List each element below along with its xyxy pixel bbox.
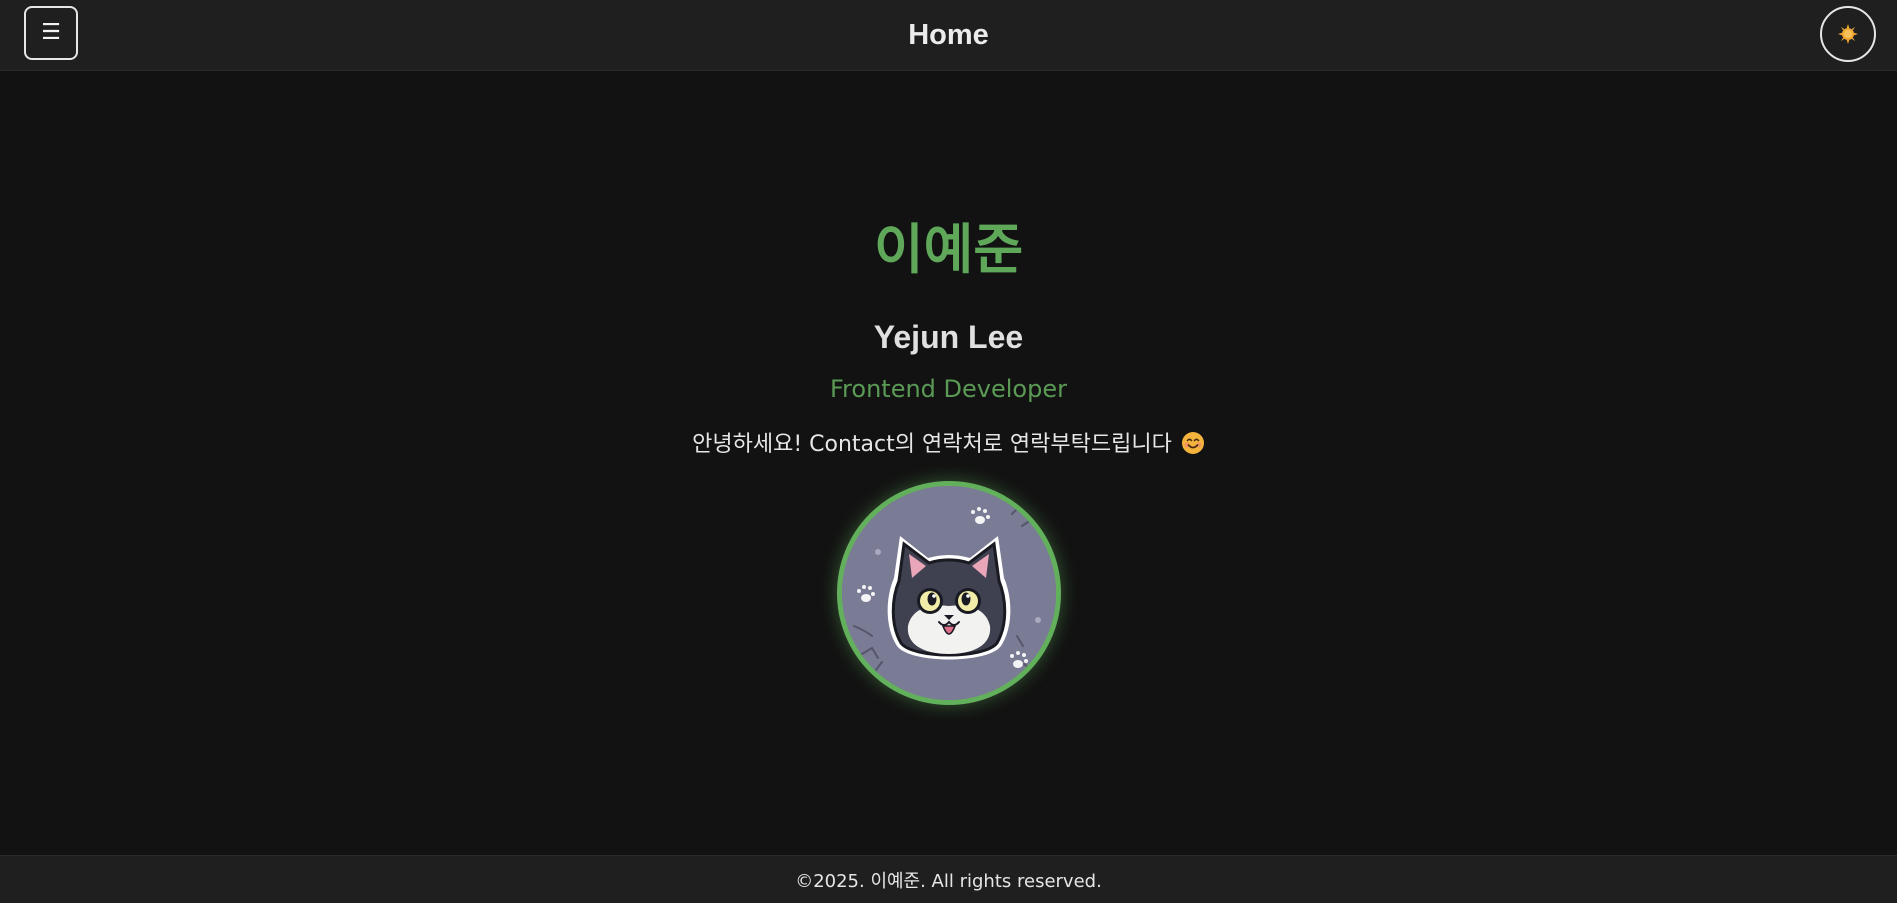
- korean-name: 이예준: [873, 218, 1024, 281]
- greeting-message: 안녕하세요! Contact의 연락처로 연락부탁드립니다: [0, 431, 1897, 456]
- sun-icon: [1838, 24, 1858, 44]
- english-name: Yejun Lee: [873, 319, 1024, 355]
- cat-avatar-icon: [842, 486, 1056, 700]
- smiling-face-emoji-icon: [1181, 432, 1204, 454]
- footer: ©2025. 이예준. All rights reserved.: [0, 855, 1897, 903]
- profile-avatar: [837, 481, 1061, 705]
- main-content: 이예준 Yejun Lee Frontend Developer 안녕하세요! …: [0, 71, 1897, 855]
- page-title: Home: [908, 19, 989, 51]
- theme-toggle-button[interactable]: [1820, 6, 1876, 62]
- copyright-text: ©2025. 이예준. All rights reserved.: [795, 870, 1102, 892]
- greeting-text: 안녕하세요! Contact의 연락처로 연락부탁드립니다: [692, 432, 1172, 457]
- job-title: Frontend Developer: [830, 375, 1067, 403]
- top-header: ☰ Home: [0, 0, 1897, 71]
